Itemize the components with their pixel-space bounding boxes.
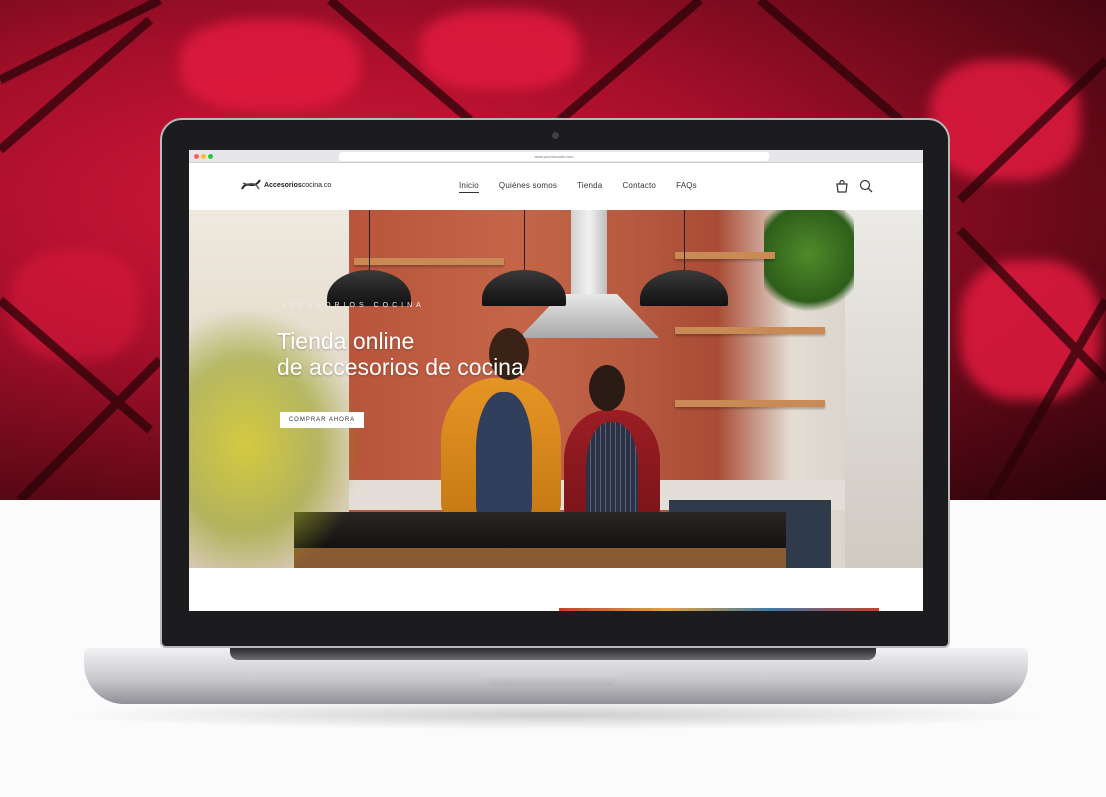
cart-icon[interactable] (835, 179, 849, 193)
range-hood (571, 210, 607, 298)
comprar-ahora-button[interactable]: COMPRAR AHORA (280, 412, 364, 428)
minimize-dot-icon[interactable] (201, 154, 206, 159)
product-strip (559, 608, 879, 611)
nav-faqs[interactable]: FAQs (676, 181, 697, 193)
zoom-dot-icon[interactable] (208, 154, 213, 159)
below-fold-section (189, 568, 923, 611)
address-bar[interactable]: www.yourdomain.com (339, 152, 769, 161)
shelf (675, 252, 775, 259)
hero-banner: ACCESORIOS COCINA Tienda online de acces… (189, 210, 923, 568)
laptop-hinge (230, 648, 876, 660)
laptop-notch (485, 674, 618, 686)
laptop-screen: www.yourdomain.com Accesorioscocina.co I… (189, 150, 923, 611)
shelf (675, 327, 825, 334)
nav-inicio[interactable]: Inicio (459, 181, 479, 193)
head-right (589, 365, 625, 411)
shelf (675, 400, 825, 407)
browser-chrome: www.yourdomain.com (189, 150, 923, 163)
camera-icon (552, 132, 559, 139)
apron-right (586, 422, 638, 520)
whisk-logo-icon (241, 179, 261, 190)
hero-eyebrow: ACCESORIOS COCINA (281, 302, 425, 309)
nav-tienda[interactable]: Tienda (577, 181, 602, 193)
main-nav: Inicio Quiénes somos Tienda Contacto FAQ… (459, 181, 697, 193)
logo-text: Accesorioscocina.co (264, 181, 332, 189)
nav-contacto[interactable]: Contacto (622, 181, 656, 193)
site-logo[interactable]: Accesorioscocina.co (241, 173, 331, 197)
hero-title: Tienda online de accesorios de cocina (277, 328, 524, 380)
search-icon[interactable] (859, 179, 873, 193)
shelf (354, 258, 504, 265)
kitchen-island (294, 512, 786, 550)
site-header: Accesorioscocina.co Inicio Quiénes somos… (189, 163, 923, 210)
close-dot-icon[interactable] (194, 154, 199, 159)
apron-left (476, 392, 532, 518)
laptop-shadow (60, 700, 1050, 730)
hanging-plant (764, 210, 854, 320)
nav-quienes-somos[interactable]: Quiénes somos (499, 181, 557, 193)
